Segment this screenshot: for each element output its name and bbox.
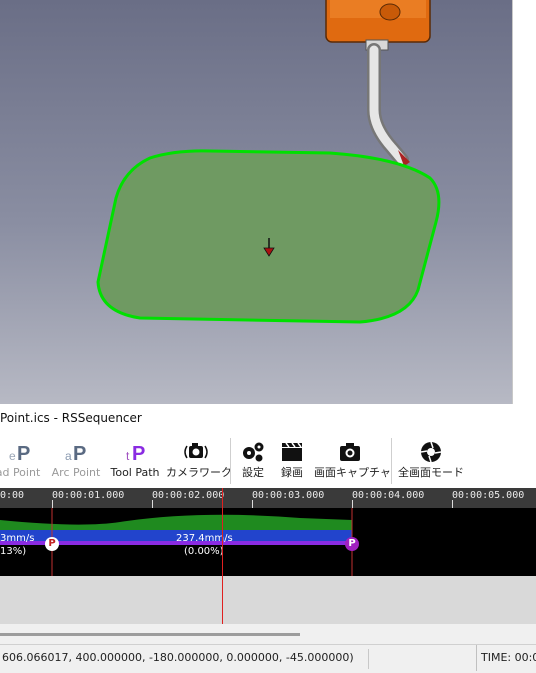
ruler-tick: 0:00 [0,490,25,501]
timeline-track[interactable]: 3mm/s 13%) 237.4mm/s (0.00%) P P [0,508,536,576]
arc-point-button[interactable]: aP Arc Point [50,436,102,486]
record-button[interactable]: 録画 [276,436,308,486]
percent-label: (0.00%) [184,546,224,557]
record-label: 録画 [281,466,303,479]
screen-capture-button[interactable]: 画面キャプチャ [314,436,391,486]
ruler-tick: 00:00:05.000 [452,490,525,501]
point-marker-start[interactable]: P [45,537,59,551]
svg-text:P: P [132,443,145,464]
fullscreen-button[interactable]: 全画面モード [396,436,466,486]
window-title: Point.ics - RSSequencer [0,411,142,425]
add-point-label: ad Point [0,466,41,479]
scrollbar-thumb[interactable] [0,633,300,636]
add-point-button[interactable]: eP ad Point [0,436,44,486]
speed-graph [0,508,353,576]
svg-text:e: e [9,449,16,463]
ruler-mark [352,500,353,508]
ruler-mark [52,500,53,508]
horizontal-scrollbar[interactable] [0,624,536,644]
ruler-mark [152,500,153,508]
ruler-tick: 00:00:04.000 [352,490,425,501]
toolbar-separator [391,438,392,484]
scene [96,0,441,324]
coordinates-readout: 606.066017, 400.000000, -180.000000, 0.0… [2,651,354,664]
sequencer-title: Point.ics - RSSequencer [0,404,536,432]
ruler-mark [452,500,453,508]
gears-icon [236,436,270,464]
left-speed-label: 3mm/s [0,533,35,544]
status-bar: 606.066017, 400.000000, -180.000000, 0.0… [0,644,536,673]
time-readout: TIME: 00:00 [476,645,536,671]
screen-capture-label: 画面キャプチャ [314,466,391,479]
speed-label: 237.4mm/s [176,533,233,544]
viewport-side-panel [512,0,536,404]
aperture-icon [396,436,466,464]
svg-text:P: P [73,443,86,464]
left-percent-label: 13%) [0,546,27,557]
camera-icon [314,436,386,464]
camera-work-button[interactable]: カメラワーク [166,436,232,486]
toolbar: eP ad Point aP Arc Point tP Tool Path カメ… [0,432,536,488]
time-ruler[interactable]: 0:00 00:00:01.000 00:00:02.000 00:00:03.… [0,488,536,508]
settings-button[interactable]: 設定 [236,436,270,486]
arc-point-icon: aP [50,436,102,464]
tool-path-label: Tool Path [110,466,160,479]
3d-viewport[interactable] [0,0,512,404]
toolbar-separator [230,438,231,484]
arc-point-label: Arc Point [51,466,101,479]
ruler-tick: 00:00:01.000 [52,490,125,501]
fullscreen-label: 全画面モード [398,466,464,479]
tool-path-icon: tP [108,436,162,464]
camera-work-icon [166,436,226,464]
camera-work-label: カメラワーク [166,466,232,479]
settings-label: 設定 [242,466,264,479]
end-point-icon: eP [0,436,44,464]
point-marker-end[interactable]: P [345,537,359,551]
clapperboard-icon [276,436,308,464]
tool-path-button[interactable]: tP Tool Path [108,436,162,486]
playhead[interactable] [222,488,223,624]
robot-tool-icon [325,0,431,167]
ruler-tick: 00:00:02.000 [152,490,225,501]
svg-text:a: a [65,449,72,463]
status-divider [368,649,369,669]
svg-text:t: t [126,449,130,463]
svg-text:P: P [17,443,30,464]
work-plate [96,149,441,324]
timeline-lower-area [0,576,536,624]
ruler-tick: 00:00:03.000 [252,490,325,501]
ruler-mark [252,500,253,508]
